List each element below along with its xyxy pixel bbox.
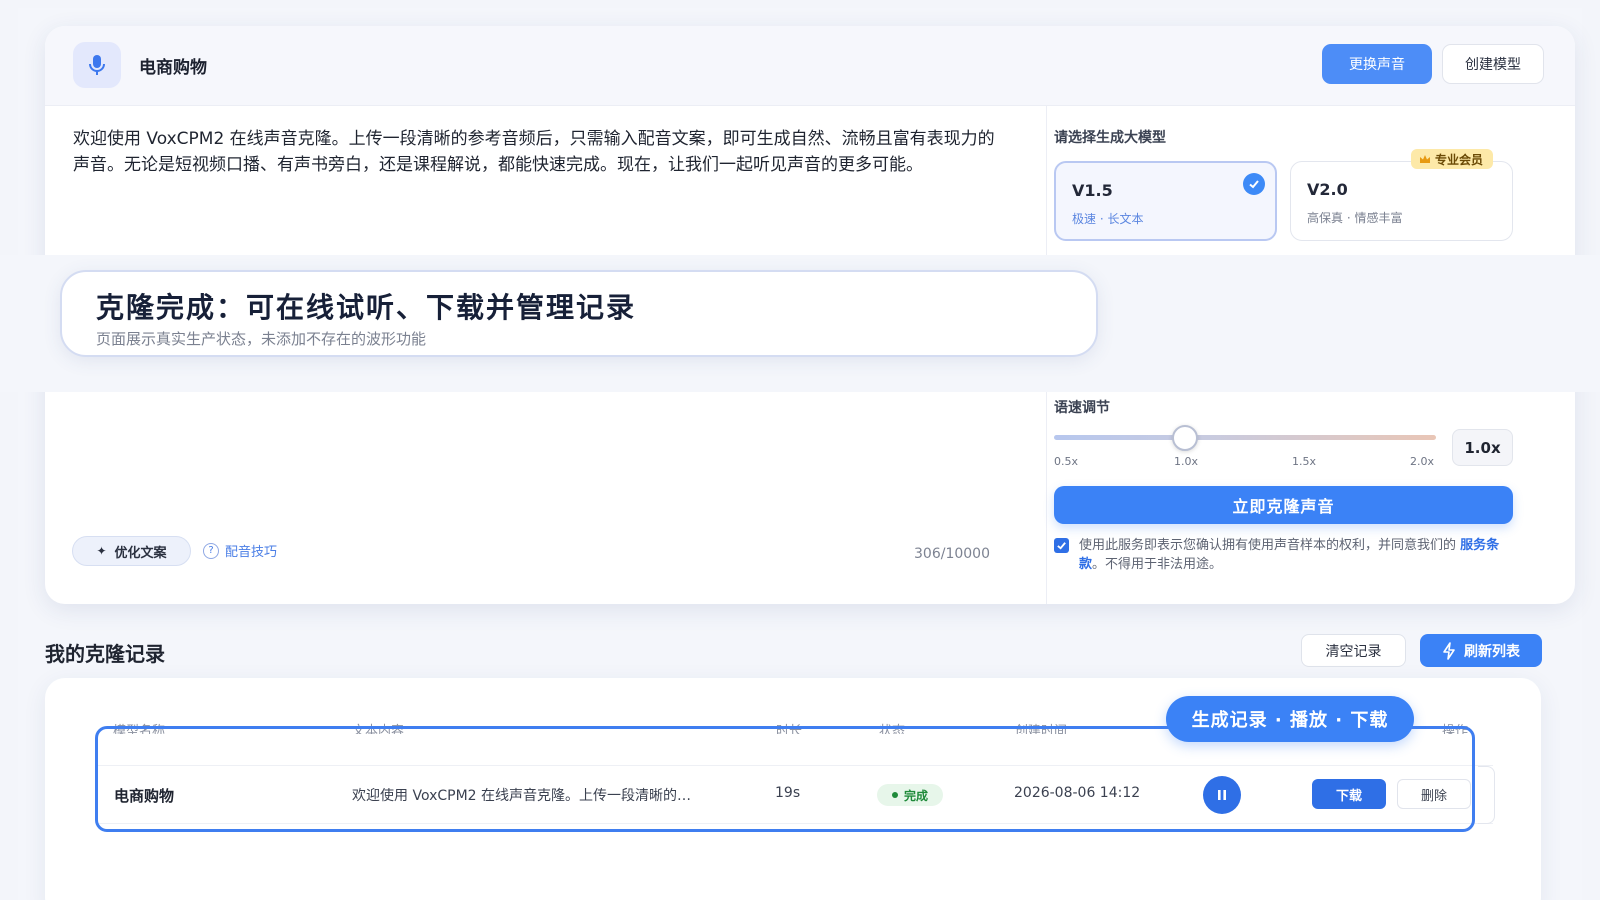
- records-callout: 生成记录 · 播放 · 下载: [1166, 696, 1414, 742]
- row-divider: [98, 765, 1493, 766]
- check-icon: [1057, 542, 1066, 550]
- lightning-icon: [1443, 641, 1455, 660]
- speed-tick: 2.0x: [1410, 455, 1435, 468]
- microphone-icon: [89, 55, 105, 75]
- download-button[interactable]: 下载: [1312, 779, 1386, 809]
- speed-label: 语速调节: [1054, 400, 1110, 416]
- records-title: 我的克隆记录: [45, 642, 165, 666]
- tips-label: 配音技巧: [225, 545, 278, 560]
- column-header: 操作: [1442, 724, 1469, 734]
- voice-avatar: [73, 42, 121, 88]
- column-header: 文本内容: [352, 724, 405, 734]
- status-banner: 克隆完成：可在线试听、下载并管理记录 页面展示真实生产状态，未添加不存在的波形功…: [60, 270, 1098, 357]
- pause-icon: [1218, 790, 1226, 800]
- model-option-v15[interactable]: V1.5 极速 · 长文本: [1054, 161, 1277, 241]
- create-model-button[interactable]: 创建模型: [1442, 44, 1544, 84]
- speed-tick: 1.5x: [1292, 455, 1317, 468]
- speed-tick: 0.5x: [1054, 455, 1079, 468]
- refresh-list-button[interactable]: 刷新列表: [1420, 634, 1542, 667]
- consent-text-before: 使用此服务即表示您确认拥有使用声音样本的权利，并同意我们的: [1079, 538, 1461, 553]
- row-duration: 19s: [775, 785, 801, 801]
- delete-button[interactable]: 删除: [1397, 779, 1471, 809]
- model-name: V1.5: [1072, 181, 1113, 200]
- consent-checkbox[interactable]: [1054, 538, 1069, 553]
- clone-voice-button[interactable]: 立即克隆声音: [1054, 486, 1513, 524]
- model-option-v20[interactable]: V2.0 高保真 · 情感丰富: [1290, 161, 1513, 241]
- refresh-label: 刷新列表: [1464, 643, 1520, 660]
- row-created-time: 2026-08-06 14:12: [1014, 785, 1141, 801]
- row-text: 欢迎使用 VoxCPM2 在线声音克隆。上传一段清晰的…: [352, 788, 692, 804]
- consent-text: 使用此服务即表示您确认拥有使用声音样本的权利，并同意我们的 服务条款。不得用于非…: [1079, 536, 1519, 574]
- row-divider: [98, 823, 1493, 824]
- column-header: 模型名称: [113, 724, 166, 734]
- model-desc: 高保真 · 情感丰富: [1307, 211, 1403, 225]
- pause-button[interactable]: [1203, 776, 1241, 814]
- speed-slider-track[interactable]: [1054, 435, 1436, 440]
- model-select-label: 请选择生成大模型: [1054, 130, 1166, 146]
- vip-badge-label: 专业会员: [1435, 152, 1484, 167]
- banner-title: 克隆完成：可在线试听、下载并管理记录: [96, 291, 637, 324]
- consent-text-after: 。不得用于非法用途。: [1092, 557, 1223, 572]
- row-edge: [1478, 766, 1495, 824]
- status-badge: 完成: [877, 784, 943, 806]
- check-icon: [1243, 173, 1265, 195]
- sparkle-icon: ✦: [96, 544, 107, 558]
- status-label: 完成: [903, 788, 928, 803]
- banner-subtitle: 页面展示真实生产状态，未添加不存在的波形功能: [96, 330, 427, 348]
- dubbing-tips-link[interactable]: ? 配音技巧: [203, 541, 277, 560]
- row-model-name: 电商购物: [114, 787, 175, 805]
- vip-badge: 专业会员: [1411, 149, 1494, 169]
- question-icon: ?: [203, 542, 219, 559]
- speed-tick: 1.0x: [1174, 455, 1199, 468]
- crown-icon: [1420, 155, 1430, 163]
- optimize-text-button[interactable]: ✦ 优化文案: [72, 536, 191, 566]
- model-name: V2.0: [1307, 180, 1348, 199]
- model-desc: 极速 · 长文本: [1072, 212, 1144, 226]
- change-voice-button[interactable]: 更换声音: [1322, 44, 1432, 84]
- script-textarea[interactable]: 欢迎使用 VoxCPM2 在线声音克隆。上传一段清晰的参考音频后，只需输入配音文…: [73, 126, 1008, 178]
- clear-records-button[interactable]: 清空记录: [1301, 634, 1406, 667]
- optimize-label: 优化文案: [114, 545, 167, 561]
- status-dot-icon: [891, 792, 898, 798]
- voice-name-title: 电商购物: [139, 58, 207, 78]
- char-count: 306/10000: [914, 546, 990, 562]
- card-header: 电商购物 更换声音 创建模型: [45, 26, 1575, 106]
- column-header: 时长: [776, 724, 803, 734]
- speed-value-box[interactable]: 1.0x: [1452, 429, 1513, 466]
- column-header: 状态: [879, 724, 906, 734]
- column-header: 创建时间: [1015, 724, 1068, 734]
